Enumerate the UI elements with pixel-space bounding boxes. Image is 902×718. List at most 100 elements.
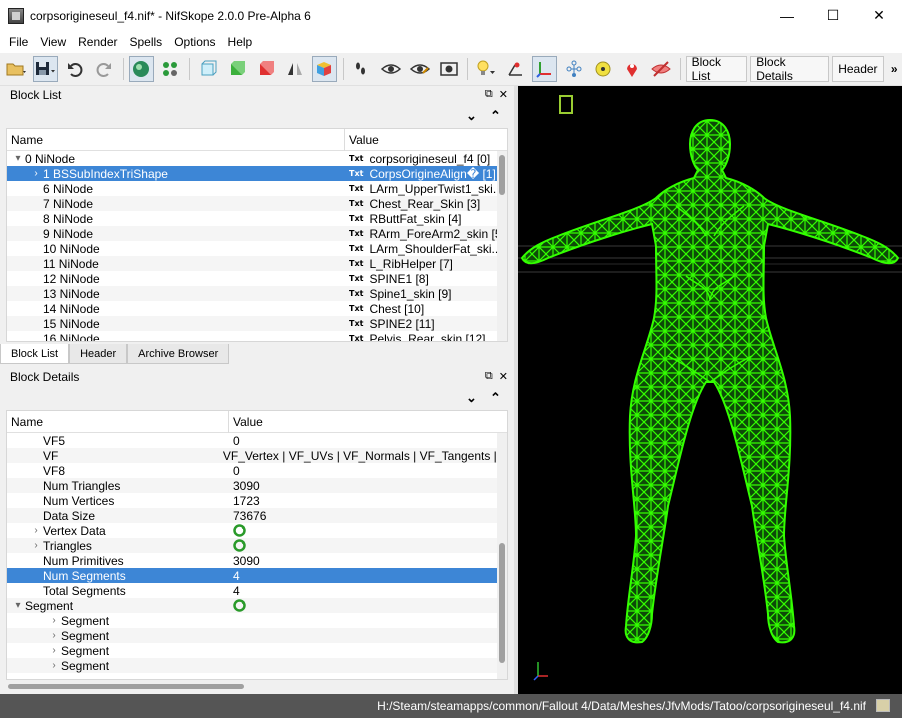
close-dock-icon[interactable]: ✕ [499,88,508,101]
collapsed-arrow-icon[interactable]: › [47,660,61,671]
collapsed-arrow-icon[interactable]: › [29,525,43,536]
tree-row[interactable]: Num Triangles 3090 [7,478,507,493]
map-pin-icon[interactable] [619,56,644,82]
tree-row[interactable]: 7 NiNode Txt Chest_Rear_Skin [3] [7,196,507,211]
menu-render[interactable]: Render [72,31,123,53]
tree-row[interactable]: VF5 0 [7,433,507,448]
target-icon[interactable] [590,56,615,82]
refresh-green-icon[interactable] [233,599,246,612]
expand-all-icon[interactable]: ⌃ [490,108,501,124]
tree-row[interactable]: › Segment [7,643,507,658]
tree-row[interactable]: › Segment [7,613,507,628]
block-list-scrollbar[interactable] [497,151,507,341]
tree-row[interactable]: 8 NiNode Txt RButtFat_skin [4] [7,211,507,226]
tree-row[interactable]: Data Size 73676 [7,508,507,523]
undock-icon[interactable]: ⧉ [485,88,493,101]
value-column-header[interactable]: Value [229,415,263,429]
hidden-eye-icon[interactable] [648,56,673,82]
refresh-green-icon[interactable] [233,524,246,537]
tree-row[interactable]: VF VF_Vertex | VF_UVs | VF_Normals | VF_T… [7,448,507,463]
block-details-scrollbar[interactable] [497,433,507,679]
redo-icon[interactable] [92,56,117,82]
collapsed-arrow-icon[interactable]: › [47,630,61,641]
tree-row[interactable]: Num Primitives 3090 [7,553,507,568]
scrollbar-thumb[interactable] [499,155,505,195]
tree-row[interactable]: Num Segments 4 [7,568,507,583]
cube-wire-icon[interactable] [195,56,220,82]
name-column-header[interactable]: Name [7,411,229,433]
menu-options[interactable]: Options [168,31,221,53]
block-list-toolbar-button[interactable]: Block List [685,55,748,83]
tree-row[interactable]: 6 NiNode Txt LArm_UpperTwist1_ski... [7,181,507,196]
refresh-green-icon[interactable] [233,539,246,552]
screenshot-icon[interactable] [436,56,461,82]
cube-green-icon[interactable] [224,56,249,82]
menu-view[interactable]: View [34,31,72,53]
close-button[interactable]: ✕ [856,0,902,31]
name-column-header[interactable]: Name [7,129,345,151]
collapsed-arrow-icon[interactable]: › [47,645,61,656]
eye-icon[interactable] [378,56,403,82]
tree-row[interactable]: 16 NiNode Txt Pelvis_Rear_skin [12] [7,331,507,342]
undock-icon[interactable]: ⧉ [485,370,493,383]
tree-row[interactable]: › Triangles [7,538,507,553]
expanded-arrow-icon[interactable]: ▾ [11,153,25,164]
tree-row[interactable]: Num Vertices 1723 [7,493,507,508]
tree-row[interactable]: › 1 BSSubIndexTriShape Txt CorpsOrigineAlig… [7,166,507,181]
tree-row[interactable]: VF8 0 [7,463,507,478]
lightbulb-icon[interactable] [473,56,498,82]
tree-row[interactable]: 12 NiNode Txt SPINE1 [8] [7,271,507,286]
tab-header[interactable]: Header [69,344,128,364]
collapse-all-icon[interactable]: ⌄ [466,390,477,406]
tree-row[interactable]: 11 NiNode Txt L_RibHelper [7] [7,256,507,271]
render-viewport[interactable] [518,86,902,694]
tree-row[interactable]: 10 NiNode Txt LArm_ShoulderFat_ski... [7,241,507,256]
tree-row[interactable]: 15 NiNode Txt SPINE2 [11] [7,316,507,331]
block-list-tree[interactable]: Name Value ▾ 0 NiNode Txt corpsorigineseul_… [6,128,508,342]
menu-file[interactable]: File [3,31,34,53]
close-dock-icon[interactable]: ✕ [499,370,508,383]
cube-colored-icon[interactable] [311,56,337,82]
maximize-button[interactable]: ☐ [810,0,856,31]
value-column-header[interactable]: Value [345,133,379,147]
open-folder-icon[interactable] [4,56,29,82]
tree-row[interactable]: ▾ 0 NiNode Txt corpsorigineseul_f4 [0] [7,151,507,166]
axes-icon[interactable] [531,56,557,82]
minimize-button[interactable]: — [764,0,810,31]
tab-archive-browser[interactable]: Archive Browser [127,344,230,364]
block-details-hscrollbar[interactable] [6,682,508,691]
expanded-arrow-icon[interactable]: ▾ [11,600,25,611]
block-details-tree[interactable]: Name Value VF5 0 VF VF_Vertex | VF_UVs | VF… [6,410,508,680]
tree-row[interactable]: 9 NiNode Txt RArm_ForeArm2_skin [5] [7,226,507,241]
collapsed-arrow-icon[interactable]: › [29,168,43,179]
collapse-all-icon[interactable]: ⌄ [466,108,477,124]
tree-row[interactable]: › Vertex Data [7,523,507,538]
tree-row[interactable]: Total Segments 4 [7,583,507,598]
menu-help[interactable]: Help [222,31,259,53]
undo-icon[interactable] [62,56,87,82]
tree-row[interactable]: 14 NiNode Txt Chest [10] [7,301,507,316]
nodes-icon[interactable] [158,56,183,82]
tree-row[interactable]: ▾ Segment [7,598,507,613]
skeleton-icon[interactable] [561,56,586,82]
footprints-icon[interactable] [349,56,374,82]
menu-spells[interactable]: Spells [124,31,169,53]
hscrollbar-thumb[interactable] [8,684,244,689]
axes-red-icon[interactable] [503,56,528,82]
toolbar-overflow-button[interactable]: » [887,62,902,76]
tree-row[interactable]: 13 NiNode Txt Spine1_skin [9] [7,286,507,301]
tree-row[interactable]: › Segment [7,658,507,673]
collapsed-arrow-icon[interactable]: › [29,540,43,551]
save-icon[interactable] [33,56,59,82]
block-details-toolbar-button[interactable]: Block Details [750,55,830,83]
tree-row[interactable]: › Segment [7,628,507,643]
mirror-icon[interactable] [282,56,307,82]
scrollbar-thumb[interactable] [499,543,505,663]
header-toolbar-button[interactable]: Header [832,56,884,82]
tab-block-list[interactable]: Block List [0,344,70,364]
collapsed-arrow-icon[interactable]: › [47,615,61,626]
cube-red-icon[interactable] [253,56,278,82]
expand-all-icon[interactable]: ⌃ [490,390,501,406]
eye-edit-icon[interactable] [407,56,432,82]
globe-icon[interactable] [128,56,154,82]
